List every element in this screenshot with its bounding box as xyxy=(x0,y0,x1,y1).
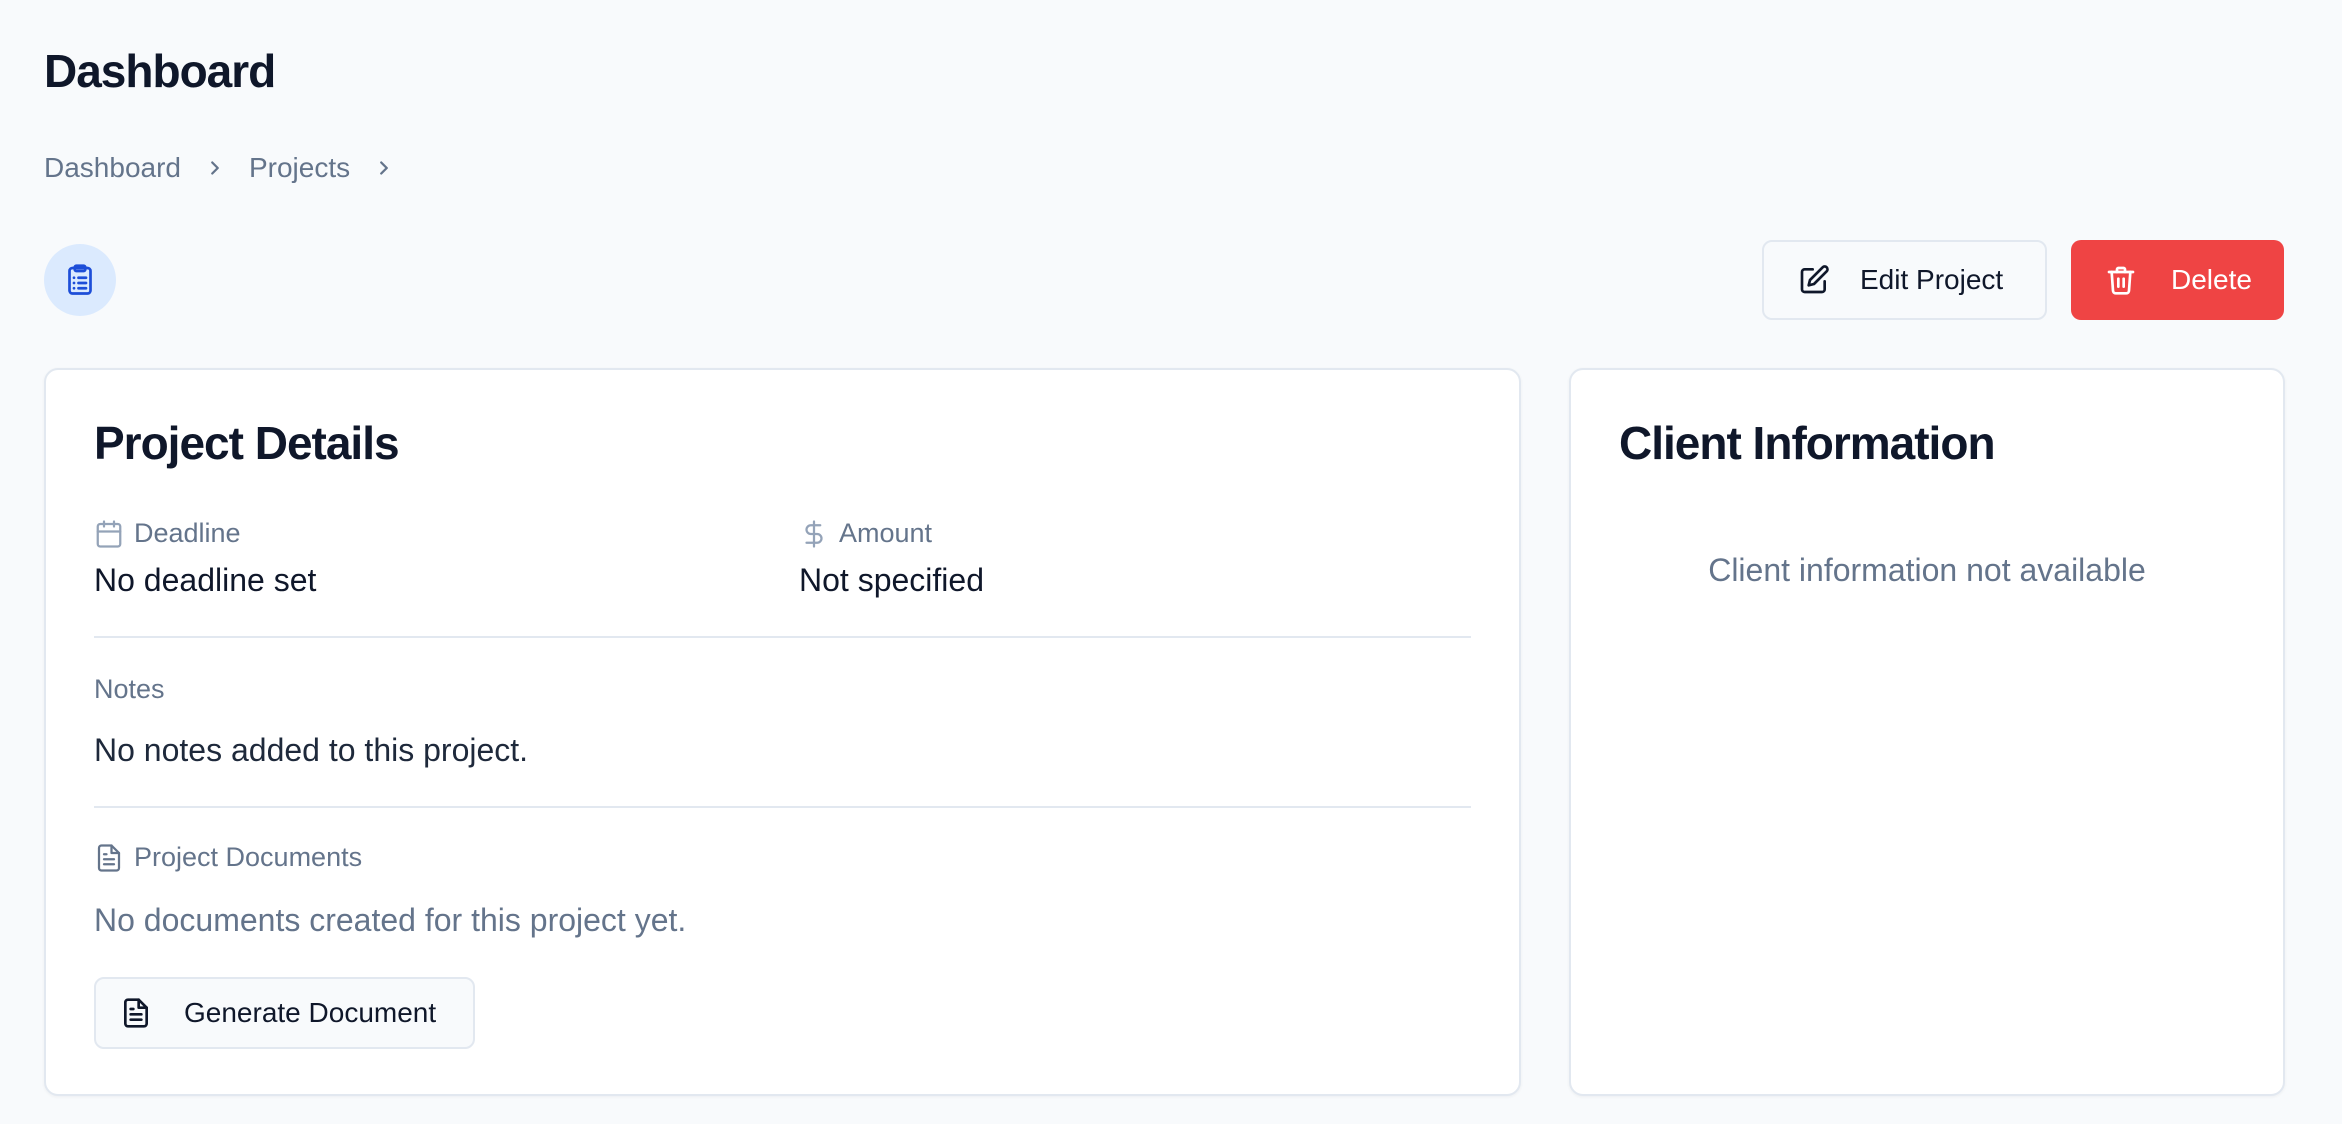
amount-value: Not specified xyxy=(799,562,984,598)
project-details-title: Project Details xyxy=(94,417,400,469)
generate-document-button[interactable]: Generate Document xyxy=(94,977,475,1049)
page: Dashboard Dashboard Projects Edit Projec… xyxy=(0,0,2342,1124)
amount-label-text: Amount xyxy=(839,518,933,548)
deadline-label-text: Deadline xyxy=(134,518,241,548)
breadcrumb-item-projects[interactable]: Projects xyxy=(249,152,350,184)
deadline-label: Deadline xyxy=(94,518,241,549)
trash-icon xyxy=(2105,264,2137,296)
delete-button[interactable]: Delete xyxy=(2071,240,2284,320)
chevron-right-icon xyxy=(350,157,418,179)
calendar-icon xyxy=(94,519,134,549)
divider xyxy=(94,636,1471,638)
breadcrumb-item-dashboard[interactable]: Dashboard xyxy=(44,152,181,184)
notes-label: Notes xyxy=(94,674,165,704)
dollar-icon xyxy=(799,519,839,549)
edit-project-label: Edit Project xyxy=(1860,264,2004,295)
documents-empty-text: No documents created for this project ye… xyxy=(94,902,687,938)
deadline-value: No deadline set xyxy=(94,562,317,598)
generate-document-label: Generate Document xyxy=(184,997,437,1028)
edit-project-button[interactable]: Edit Project xyxy=(1762,240,2047,320)
project-details-card: Project Details Deadline No deadline set xyxy=(44,368,1521,1096)
client-empty-text: Client information not available xyxy=(1708,552,2146,588)
chevron-right-icon xyxy=(181,157,249,179)
divider xyxy=(94,806,1471,808)
project-documents-label: Project Documents xyxy=(94,842,362,873)
edit-icon xyxy=(1798,264,1830,296)
page-title: Dashboard xyxy=(44,45,276,97)
file-text-icon xyxy=(94,843,134,873)
file-text-icon xyxy=(120,997,152,1029)
amount-label: Amount xyxy=(799,518,932,549)
project-documents-label-text: Project Documents xyxy=(134,842,363,872)
delete-label: Delete xyxy=(2171,264,2252,295)
notes-value: No notes added to this project. xyxy=(94,732,529,768)
project-header: Edit Project Delete xyxy=(44,240,2284,320)
client-information-title: Client Information xyxy=(1619,417,1996,469)
clipboard-list-icon xyxy=(44,244,116,316)
client-information-card: Client Information Client information no… xyxy=(1569,368,2285,1096)
breadcrumb: Dashboard Projects xyxy=(44,152,418,184)
